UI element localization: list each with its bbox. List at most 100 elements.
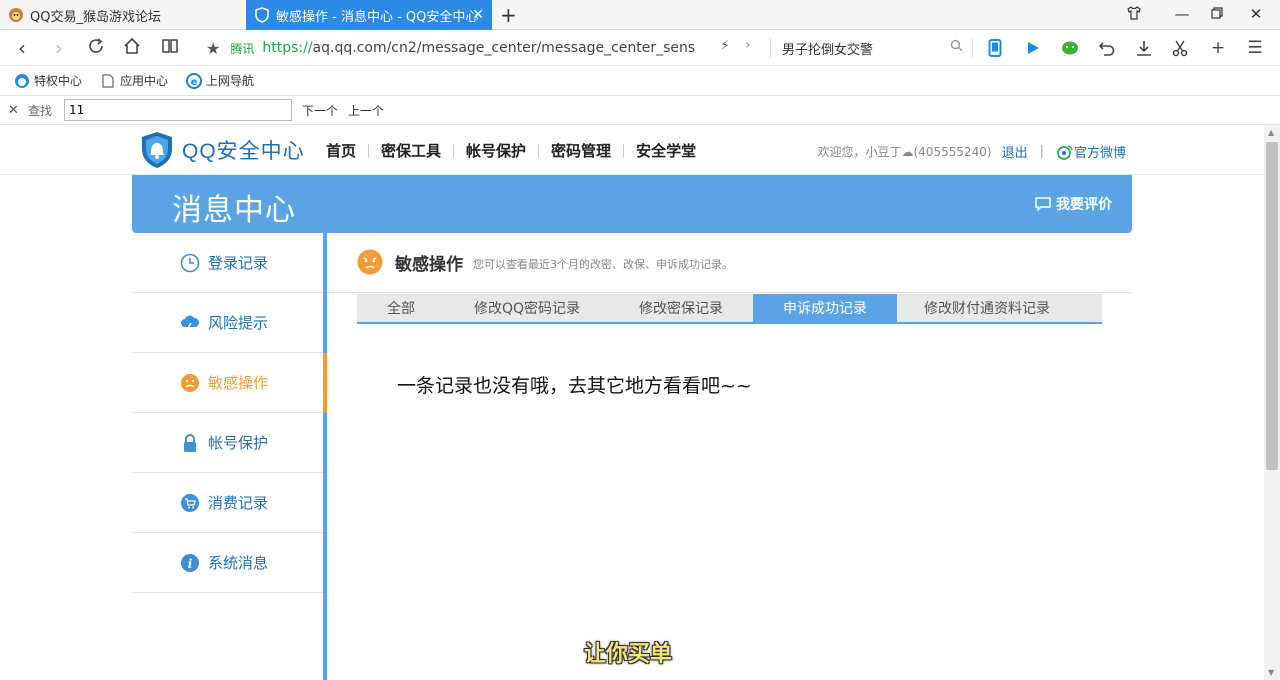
tab-all[interactable]: 全部 <box>357 294 445 322</box>
close-tab-icon[interactable]: ✕ <box>472 7 484 23</box>
page-icon <box>100 73 116 89</box>
browser-tab-title: QQ交易_猴岛游戏论坛 <box>30 9 161 25</box>
nav-security-tools[interactable]: 密保工具 <box>381 140 441 161</box>
lock-icon <box>180 433 200 453</box>
video-play-icon[interactable] <box>1022 37 1044 59</box>
nav-password-management[interactable]: 密码管理 <box>551 140 611 161</box>
bookmark-label: 特权中心 <box>34 74 83 88</box>
find-bar: ✕ 查找 下一个 上一个 <box>0 96 1280 125</box>
official-weibo-link[interactable]: 官方微博 <box>1056 142 1126 161</box>
scroll-up-arrow-icon[interactable]: ▲ <box>1268 128 1274 137</box>
weibo-label: 官方微博 <box>1073 146 1126 161</box>
minimize-icon[interactable]: — <box>1172 5 1192 23</box>
chevron-right-icon[interactable]: › <box>745 37 751 53</box>
find-prev-button[interactable]: 上一个 <box>348 102 384 119</box>
tab-appeal-success[interactable]: 申诉成功记录 <box>753 294 897 322</box>
sidebar-item-consumption-records[interactable]: 消费记录 <box>132 473 324 533</box>
download-icon[interactable] <box>1133 37 1155 59</box>
scroll-down-arrow-icon[interactable]: ▼ <box>1268 668 1274 677</box>
bookmark-label: 应用中心 <box>120 74 169 88</box>
search-suggestion[interactable]: 男子抡倒女交警 <box>782 39 873 58</box>
divider <box>972 38 973 58</box>
close-find-icon[interactable]: ✕ <box>8 103 22 118</box>
browser-tab-forum[interactable]: QQ交易_猴岛游戏论坛 <box>0 0 246 30</box>
page-title: 敏感操作 <box>395 254 463 275</box>
browser-tab-bar: QQ交易_猴岛游戏论坛 敏感操作 - 消息中心 - QQ安全中心 ✕ + — ✕ <box>0 0 1280 30</box>
logout-link[interactable]: 退出 <box>1002 142 1028 161</box>
browser-tab-active[interactable]: 敏感操作 - 消息中心 - QQ安全中心 ✕ <box>246 0 492 30</box>
section-divider <box>327 292 1132 293</box>
find-input[interactable] <box>64 99 293 121</box>
url-scheme: https:// <box>262 40 313 56</box>
banner-title: 消息中心 <box>172 193 296 228</box>
shield-favicon-icon <box>254 7 270 23</box>
empty-state-message: 一条记录也没有哦，去其它地方看看吧~~ <box>397 375 752 397</box>
sidebar-item-system-messages[interactable]: i 系统消息 <box>132 533 324 593</box>
nav-security-school[interactable]: 安全学堂 <box>636 140 696 161</box>
url-path: aq.qq.com/cn2/message_center/message_cen… <box>312 40 696 56</box>
bookmark-privilege-center[interactable]: 特权中心 <box>14 72 82 89</box>
back-icon[interactable]: ‹ <box>10 36 34 60</box>
menu-icon[interactable]: ☰ <box>1244 37 1266 59</box>
shirt-skin-icon[interactable] <box>1124 5 1144 25</box>
bookmark-app-center[interactable]: 应用中心 <box>100 72 168 89</box>
sidebar-item-login-records[interactable]: 登录记录 <box>132 233 324 293</box>
refresh-icon[interactable] <box>84 36 108 60</box>
add-icon[interactable]: + <box>1207 37 1229 59</box>
close-window-icon[interactable]: ✕ <box>1246 5 1266 23</box>
record-tabs: 全部 修改QQ密码记录 修改密保记录 申诉成功记录 修改财付通资料记录 <box>357 294 1102 324</box>
message-center-banner: 消息中心 我要评价 <box>132 175 1132 233</box>
sidebar-item-account-protection[interactable]: 帐号保护 <box>132 413 324 473</box>
new-tab-icon[interactable]: + <box>500 3 517 27</box>
svg-text:i: i <box>188 557 193 571</box>
monkey-favicon-icon <box>8 7 24 23</box>
bookmark-label: 上网导航 <box>206 74 255 88</box>
address-toolbar: ‹ › ★ 腾讯 https:// aq.qq.com/cn2/message_… <box>0 30 1280 66</box>
sidebar: 登录记录 风险提示 敏感操作 帐号保护 消费记录 i 系统消息 <box>132 233 324 680</box>
restore-icon[interactable] <box>1207 5 1227 23</box>
video-subtitle-overlay: 让你买单 <box>584 642 673 667</box>
tab-security-change[interactable]: 修改密保记录 <box>609 294 753 322</box>
clock-icon <box>180 253 200 273</box>
info-icon: i <box>180 553 200 573</box>
sidebar-item-label: 登录记录 <box>208 254 269 272</box>
tab-qq-password[interactable]: 修改QQ密码记录 <box>445 294 609 322</box>
browser-tab-title: 敏感操作 - 消息中心 - QQ安全中心 <box>276 9 479 25</box>
web-page: QQ安全中心 首页 密保工具 帐号保护 密码管理 安全学堂 欢迎您，小豆丁☁(4… <box>0 125 1264 680</box>
bookmark-web-nav[interactable]: e 上网导航 <box>186 72 254 89</box>
phone-icon[interactable] <box>984 37 1006 59</box>
search-icon[interactable] <box>950 39 963 56</box>
forward-icon[interactable]: › <box>47 36 71 60</box>
lightning-icon[interactable]: ⚡ <box>720 38 730 54</box>
nav-home[interactable]: 首页 <box>326 140 356 161</box>
privilege-icon <box>14 73 30 89</box>
rate-button[interactable]: 我要评价 <box>1035 194 1112 214</box>
site-logo[interactable]: QQ安全中心 <box>140 131 305 169</box>
weibo-icon <box>1057 144 1073 160</box>
ie-icon: e <box>186 72 203 89</box>
sidebar-item-label: 敏感操作 <box>208 374 269 392</box>
wechat-icon[interactable] <box>1059 37 1081 59</box>
home-icon[interactable] <box>120 36 144 60</box>
undo-icon[interactable] <box>1096 37 1118 59</box>
scissors-icon[interactable] <box>1169 37 1191 59</box>
sidebar-item-label: 风险提示 <box>208 314 269 332</box>
find-label: 查找 <box>28 103 53 118</box>
nav-divider <box>538 143 540 158</box>
reader-icon[interactable] <box>158 36 182 60</box>
tab-tenpay-info[interactable]: 修改财付通资料记录 <box>897 294 1077 322</box>
bookmark-star-icon[interactable]: ★ <box>206 39 220 58</box>
sidebar-item-sensitive-ops[interactable]: 敏感操作 <box>132 353 324 413</box>
scroll-thumb[interactable] <box>1266 142 1278 470</box>
shield-logo-icon <box>142 132 172 168</box>
section-header: 敏感操作 您可以查看最近3个月的改密、改保、申诉成功记录。 <box>357 249 733 275</box>
sidebar-item-risk-alerts[interactable]: 风险提示 <box>132 293 324 353</box>
site-identity: 腾讯 <box>230 41 255 56</box>
url-field[interactable]: ★ 腾讯 https:// aq.qq.com/cn2/message_cent… <box>206 35 766 61</box>
user-bar: 欢迎您，小豆丁☁(405555240) 退出 | 官方微博 <box>818 142 1127 161</box>
nav-divider <box>368 143 370 158</box>
find-next-button[interactable]: 下一个 <box>302 102 338 119</box>
page-scrollbar[interactable]: ▲ ▼ <box>1264 125 1280 680</box>
nav-account-protection[interactable]: 帐号保护 <box>466 140 526 161</box>
nav-divider <box>623 143 625 158</box>
